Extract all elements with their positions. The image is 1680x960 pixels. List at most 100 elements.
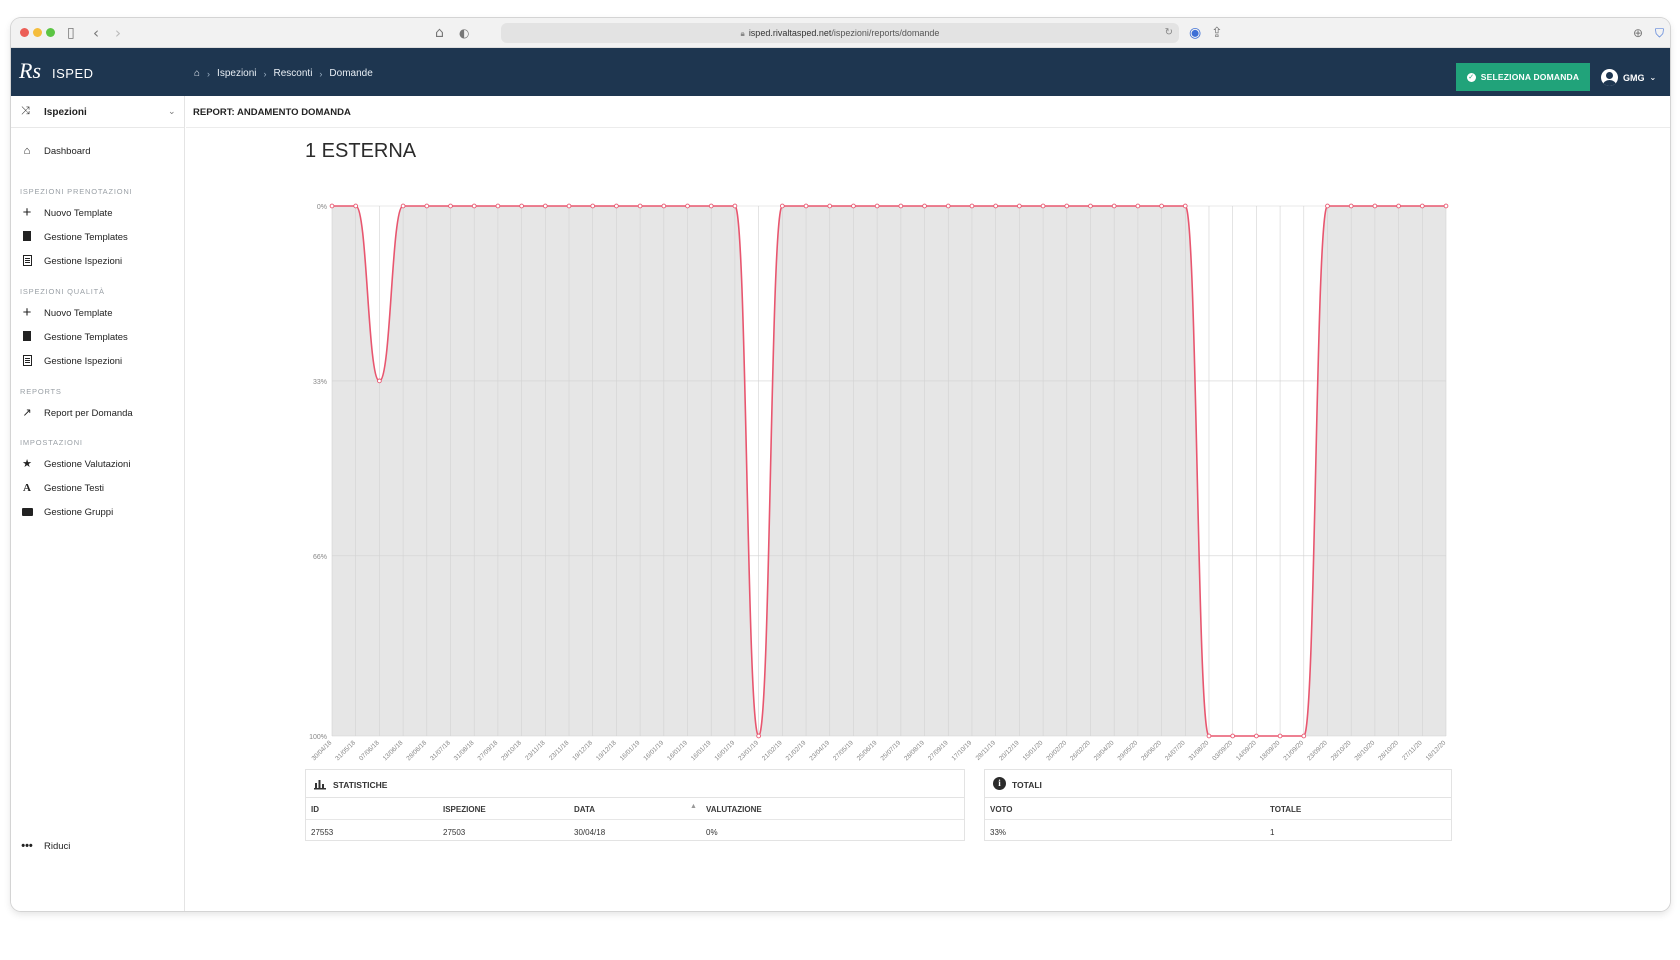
home-icon[interactable]: ⌂ xyxy=(194,68,200,79)
x-tick-label: 21/09/20 xyxy=(1282,739,1305,762)
data-point xyxy=(1325,203,1330,209)
module-selector[interactable]: ⤨ Ispezioni ⌄ xyxy=(11,96,184,128)
info-icon: i xyxy=(993,777,1006,790)
statistics-card-header: STATISTICHE xyxy=(306,770,964,798)
data-point xyxy=(1088,203,1093,209)
sidebar-item-label: Gestione Templates xyxy=(44,232,128,243)
data-point xyxy=(661,203,667,209)
sidebar-collapse-button[interactable]: ••• Riduci xyxy=(11,835,185,857)
back-icon[interactable]: ‹ xyxy=(93,23,99,43)
password-manager-icon[interactable]: ◉ xyxy=(1189,23,1201,43)
column-header[interactable]: VALUTAZIONE xyxy=(706,805,762,814)
sidebar-item-gestione-testi[interactable]: A Gestione Testi xyxy=(11,477,185,499)
sidebar-item-qual-nuovo-template[interactable]: + Nuovo Template xyxy=(11,302,185,324)
sidebar: ⤨ Ispezioni ⌄ ⌂ Dashboard ISPEZIONI PREN… xyxy=(11,96,185,911)
sidebar-item-qual-gestione-templates[interactable]: Gestione Templates xyxy=(11,326,185,348)
chevron-right-icon: › xyxy=(207,68,211,79)
column-header[interactable]: VOTO xyxy=(990,805,1013,814)
reload-icon[interactable]: ↻ xyxy=(1165,23,1173,43)
data-point xyxy=(471,203,477,209)
x-tick-label: 29/05/20 xyxy=(1116,739,1139,762)
lock-icon: 🔒︎ xyxy=(740,29,745,38)
forward-icon[interactable]: › xyxy=(115,23,121,43)
minimize-window-icon[interactable] xyxy=(33,28,42,37)
sidebar-item-gestione-gruppi[interactable]: Gestione Gruppi xyxy=(11,501,185,523)
sidebar-item-label: Riduci xyxy=(44,841,71,852)
x-tick-label: 28/06/18 xyxy=(405,739,428,762)
sidebar-item-dashboard[interactable]: ⌂ Dashboard xyxy=(11,140,185,162)
data-point xyxy=(993,203,999,209)
data-point xyxy=(495,203,501,209)
select-question-button[interactable]: ✓ SELEZIONA DOMANDA xyxy=(1456,63,1590,91)
x-tick-label: 19/12/18 xyxy=(595,739,618,762)
data-point xyxy=(803,203,809,209)
table-row[interactable]: 33% 1 xyxy=(985,821,1451,843)
data-point xyxy=(827,203,833,209)
breadcrumb-ispezioni[interactable]: Ispezioni xyxy=(217,68,256,79)
data-point xyxy=(424,203,430,209)
share-icon[interactable]: ⇪ xyxy=(1211,23,1223,43)
data-point xyxy=(969,203,975,209)
downloads-icon[interactable]: ⊕ xyxy=(1633,23,1643,43)
select-question-label: SELEZIONA DOMANDA xyxy=(1480,72,1580,82)
data-point xyxy=(400,203,406,209)
clipboard-icon xyxy=(20,354,34,369)
column-header[interactable]: TOTALE xyxy=(1270,805,1301,814)
privacy-shield-icon[interactable]: ⛉ xyxy=(1655,23,1664,43)
sidebar-toggle-icon[interactable]: ▯ xyxy=(67,23,75,43)
user-menu[interactable]: GMG ⌄ xyxy=(1601,69,1656,86)
chevron-down-icon: ⌄ xyxy=(168,106,176,116)
x-tick-label: 28/11/19 xyxy=(975,739,998,762)
x-tick-label: 28/10/20 xyxy=(1377,739,1400,762)
sidebar-item-label: Gestione Ispezioni xyxy=(44,356,123,367)
x-tick-label: 15/01/20 xyxy=(1022,739,1045,762)
sidebar-item-label: Gestione Ispezioni xyxy=(44,256,123,267)
x-tick-label: 26/02/20 xyxy=(1069,739,1092,762)
sidebar-item-gestione-valutazioni[interactable]: ★ Gestione Valutazioni xyxy=(11,453,185,475)
folder-icon xyxy=(20,505,34,519)
data-point xyxy=(1277,733,1283,739)
close-window-icon[interactable] xyxy=(20,28,29,37)
x-tick-label: 31/07/18 xyxy=(429,739,452,762)
x-tick-label: 03/09/20 xyxy=(1211,739,1234,762)
x-tick-label: 29/04/20 xyxy=(1093,739,1116,762)
x-tick-label: 31/05/18 xyxy=(334,739,357,762)
sidebar-item-pren-nuovo-template[interactable]: + Nuovo Template xyxy=(11,202,185,224)
app-logo[interactable]: Rs xyxy=(19,58,41,84)
user-name: GMG xyxy=(1623,72,1645,83)
data-point xyxy=(756,733,761,739)
sidebar-item-report-per-domanda[interactable]: ↗ Report per Domanda xyxy=(11,402,185,424)
star-icon: ★ xyxy=(22,458,32,470)
more-dots-icon: ••• xyxy=(21,840,33,852)
section-impostazioni: IMPOSTAZIONI xyxy=(20,438,83,447)
sidebar-item-label: Nuovo Template xyxy=(44,308,113,319)
home-icon[interactable]: ⌂ xyxy=(435,23,444,43)
sidebar-item-pren-gestione-templates[interactable]: Gestione Templates xyxy=(11,226,185,248)
data-point xyxy=(614,203,619,209)
section-ispezioni-prenotazioni: ISPEZIONI PRENOTAZIONI xyxy=(20,187,133,196)
x-tick-label: 19/12/18 xyxy=(571,739,594,762)
browser-window: ▯ ‹ › ⌂ ◐ 🔒︎ isped.rivaltasped.net/ispezi… xyxy=(11,18,1670,911)
column-header[interactable]: ID xyxy=(311,805,319,814)
sidebar-item-qual-gestione-ispezioni[interactable]: Gestione Ispezioni xyxy=(11,350,185,372)
section-ispezioni-qualita: ISPEZIONI QUALITÀ xyxy=(20,287,105,296)
y-tick-label: 66% xyxy=(313,554,327,561)
sort-asc-icon[interactable]: ▲ xyxy=(690,803,697,810)
column-header[interactable]: ISPEZIONE xyxy=(443,805,486,814)
x-tick-label: 20/12/19 xyxy=(998,739,1021,762)
maximize-window-icon[interactable] xyxy=(46,28,55,37)
sidebar-item-pren-gestione-ispezioni[interactable]: Gestione Ispezioni xyxy=(11,250,185,272)
totals-card: i TOTALI VOTO TOTALE 33% 1 xyxy=(984,769,1452,841)
data-point xyxy=(1254,733,1259,739)
x-tick-label: 13/06/18 xyxy=(382,739,405,762)
breadcrumb-resconti[interactable]: Resconti xyxy=(274,68,313,79)
data-point xyxy=(1040,203,1046,209)
x-tick-label: 25/06/19 xyxy=(856,739,879,762)
table-cell: 27503 xyxy=(443,828,466,837)
table-row[interactable]: 27553 27503 30/04/18 0% xyxy=(306,821,964,843)
column-header[interactable]: DATA xyxy=(574,805,595,814)
x-tick-label: 30/04/18 xyxy=(311,739,334,762)
shield-icon[interactable]: ◐ xyxy=(459,23,469,43)
page-header: REPORT: ANDAMENTO DOMANDA xyxy=(186,96,1670,128)
address-bar[interactable]: 🔒︎ isped.rivaltasped.net/ispezioni/report… xyxy=(501,23,1179,43)
